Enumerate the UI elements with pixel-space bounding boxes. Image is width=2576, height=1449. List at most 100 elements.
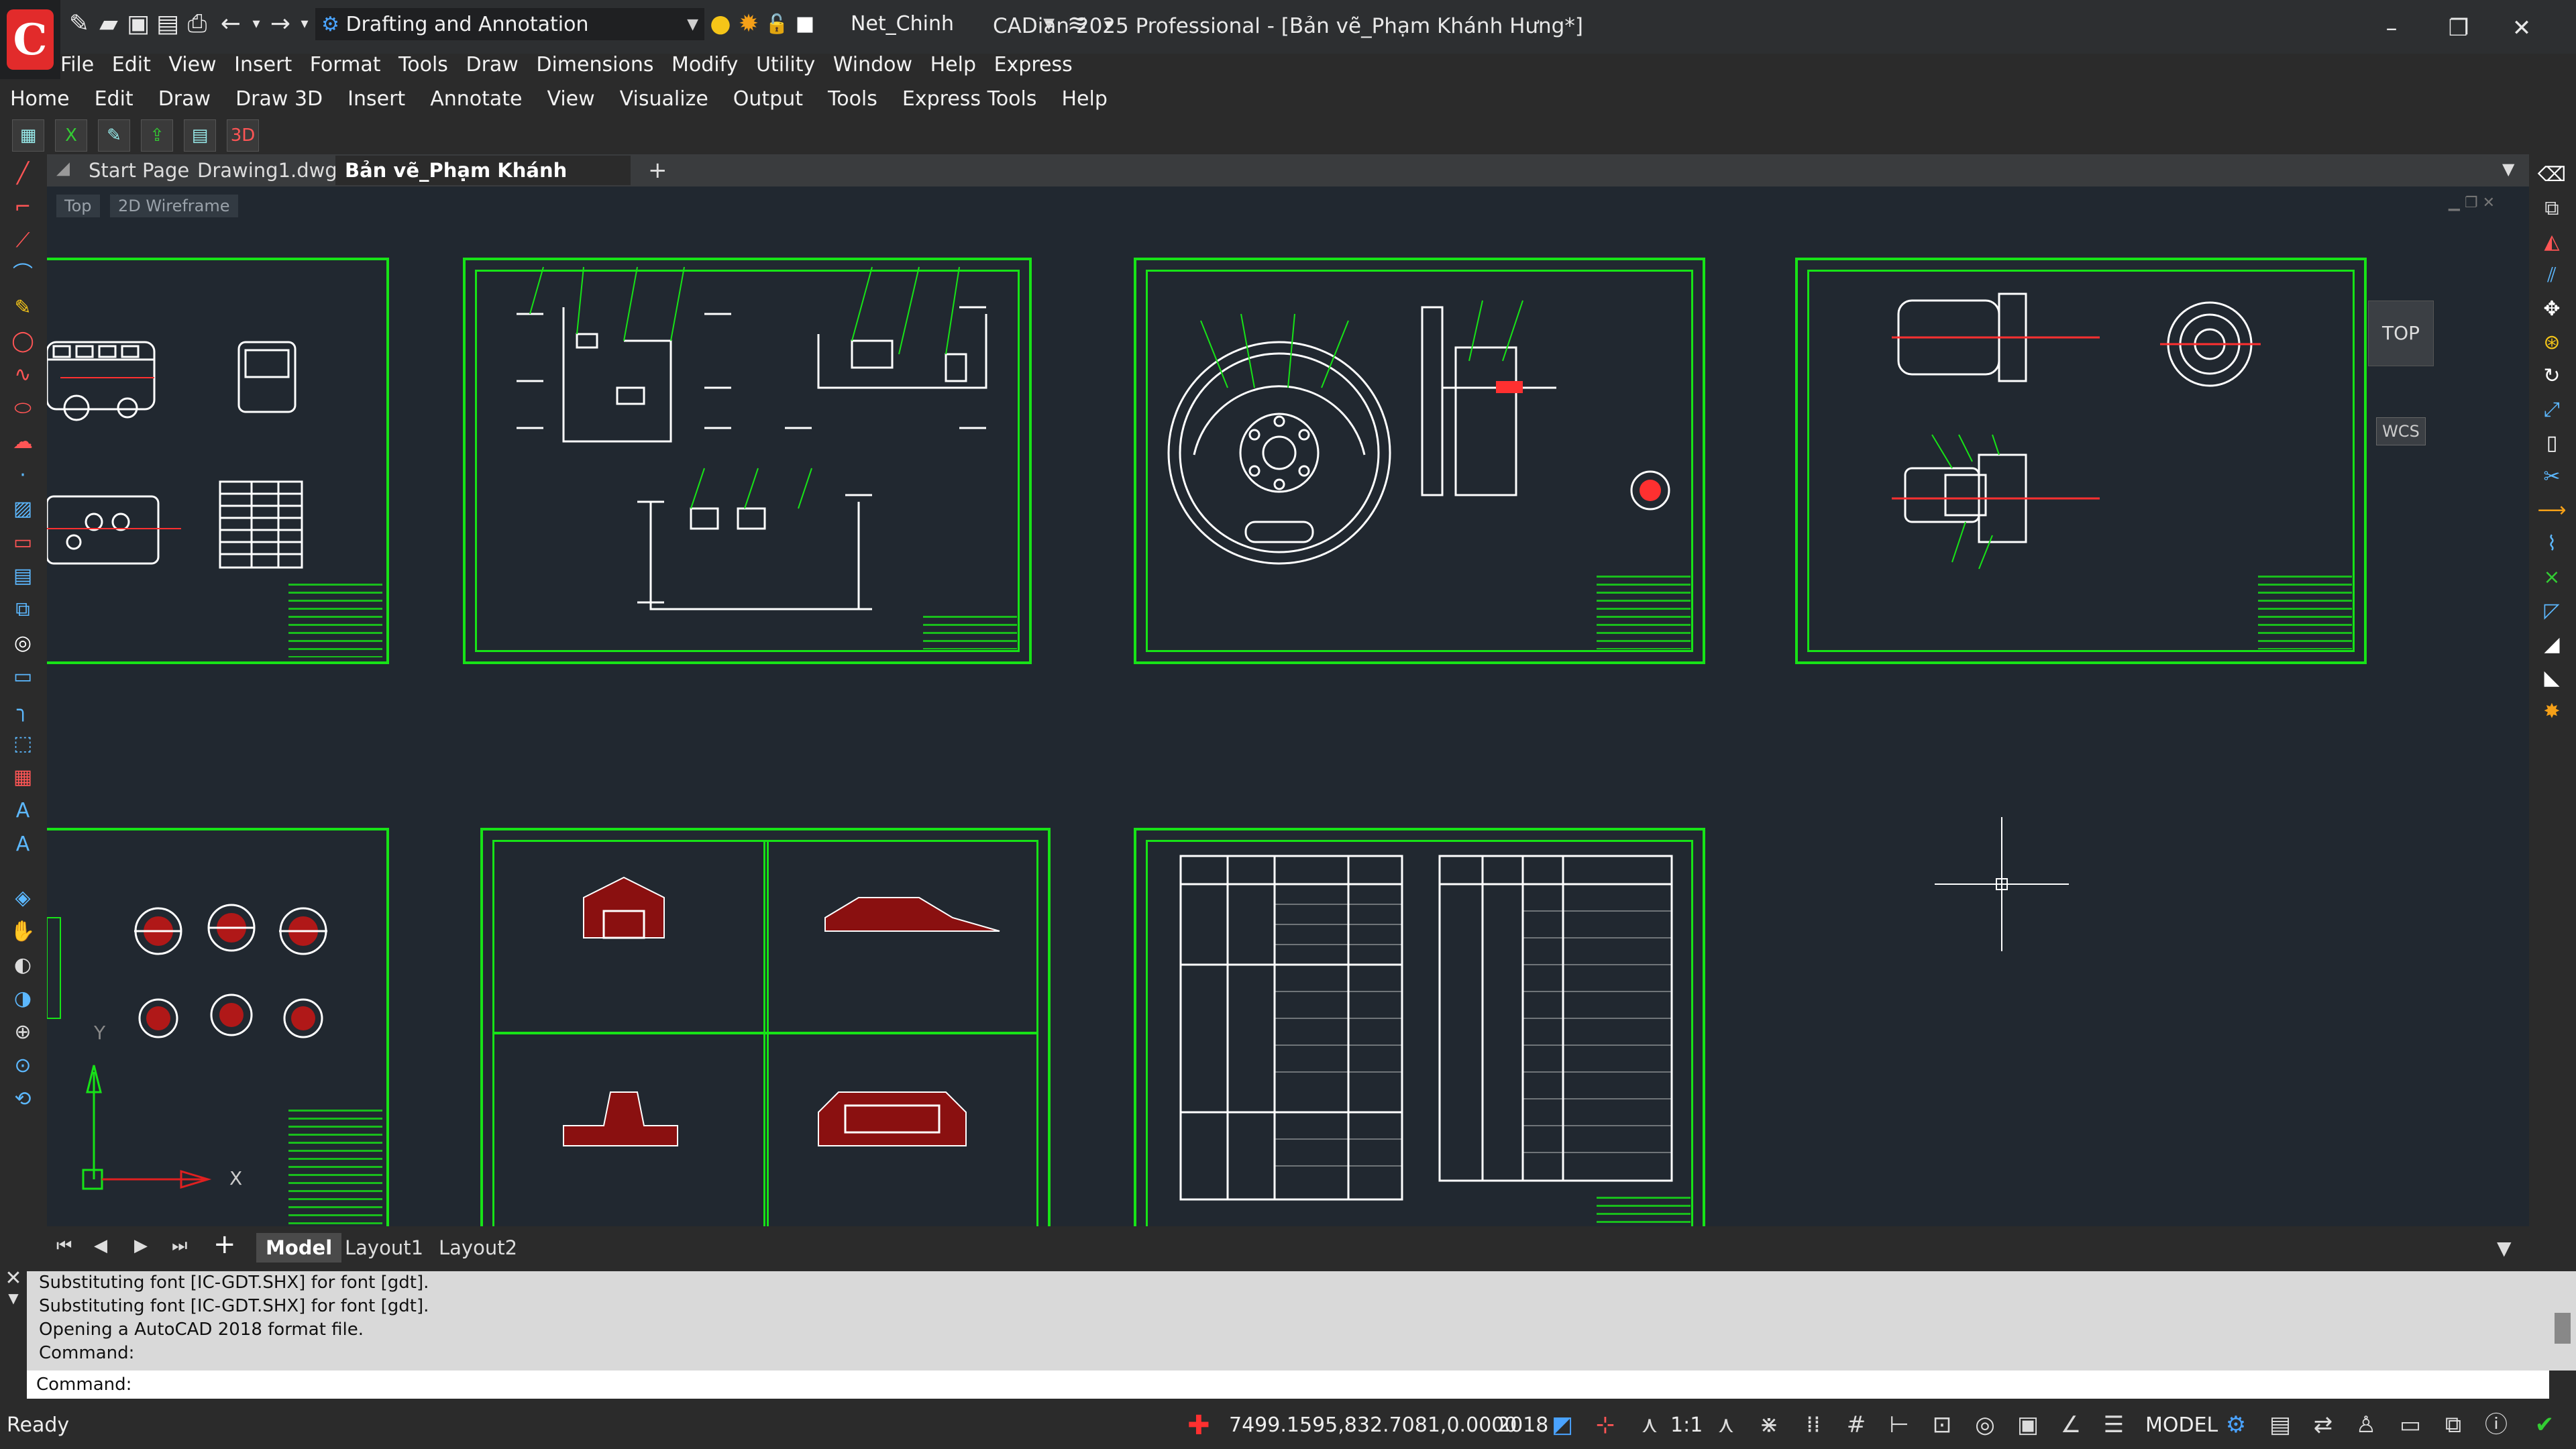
edit-table-icon[interactable]: ✎: [98, 119, 130, 152]
annotation-visibility-icon[interactable]: ⋏: [1634, 1409, 1665, 1441]
ribbon-tab-help[interactable]: Help: [1062, 82, 1108, 117]
blend-icon[interactable]: ◣: [2537, 665, 2567, 691]
menu-utility[interactable]: Utility: [756, 48, 815, 82]
windows-icon[interactable]: ⧉: [2438, 1409, 2469, 1441]
line-icon[interactable]: ╱: [8, 161, 38, 186]
zoom-previous-icon[interactable]: ◑: [8, 986, 38, 1012]
snap-track-icon[interactable]: ⊹: [1590, 1409, 1621, 1441]
close-command-icon[interactable]: ✕: [0, 1267, 27, 1290]
ribbon-tab-insert[interactable]: Insert: [347, 82, 405, 117]
command-scrollbar[interactable]: [2549, 1271, 2576, 1371]
revcloud-icon[interactable]: ☁: [8, 429, 38, 455]
block-icon[interactable]: ▤: [8, 564, 38, 589]
region-icon[interactable]: ⬚: [8, 731, 38, 757]
auto-scale-icon[interactable]: ⋏: [1711, 1409, 1741, 1441]
new-file-icon[interactable]: ✎: [64, 9, 94, 39]
chamfer-icon[interactable]: ◸: [2537, 598, 2567, 624]
offset-icon[interactable]: ⫽: [2537, 263, 2567, 288]
next-layout-icon[interactable]: ▶: [134, 1236, 148, 1256]
plot-style-icon[interactable]: ◩: [1547, 1409, 1578, 1441]
app-logo[interactable]: C: [0, 0, 60, 79]
dynamic-input-icon[interactable]: ∠: [2055, 1409, 2086, 1441]
workspace-settings-icon[interactable]: ⚙: [2220, 1409, 2251, 1441]
lineweight-icon[interactable]: ☰: [2098, 1409, 2129, 1441]
check-status-icon[interactable]: ✔: [2529, 1409, 2560, 1441]
close-button[interactable]: ✕: [2498, 9, 2545, 47]
save-icon[interactable]: ▣: [123, 9, 153, 39]
minimize-button[interactable]: –: [2368, 9, 2415, 47]
tab-layout2[interactable]: Layout2: [429, 1233, 527, 1263]
extend-icon[interactable]: ⟶: [2537, 498, 2567, 523]
point-icon[interactable]: ·: [8, 463, 38, 488]
navigation-cube[interactable]: TOP: [2368, 301, 2434, 366]
scale-icon[interactable]: ⤢: [2537, 397, 2567, 423]
orbit-icon[interactable]: ⟲: [8, 1087, 38, 1112]
quick-properties-icon[interactable]: ▤: [2265, 1409, 2296, 1441]
version-label[interactable]: 2018: [1497, 1402, 1548, 1449]
ribbon-tab-draw[interactable]: Draw: [158, 82, 211, 117]
command-options-icon[interactable]: ▼: [0, 1290, 27, 1306]
menu-draw[interactable]: Draw: [466, 48, 518, 82]
last-layout-icon[interactable]: ⏭: [172, 1236, 187, 1256]
menu-view[interactable]: View: [168, 48, 216, 82]
lock-icon[interactable]: 🔓: [762, 9, 792, 39]
display-icon[interactable]: ▭: [2395, 1409, 2426, 1441]
mtext-icon[interactable]: A: [8, 832, 38, 857]
lightbulb-icon[interactable]: ●: [706, 9, 735, 39]
array-icon[interactable]: ⊛: [2537, 330, 2567, 356]
layout-dropdown-icon[interactable]: ▼: [2497, 1237, 2512, 1259]
wcs-menu[interactable]: WCS: [2376, 417, 2426, 445]
ribbon-tab-visualize[interactable]: Visualize: [620, 82, 708, 117]
menu-window[interactable]: Window: [833, 48, 912, 82]
circle-icon[interactable]: ◯: [8, 329, 38, 354]
menu-help[interactable]: Help: [930, 48, 976, 82]
restore-button[interactable]: ❐: [2435, 9, 2482, 47]
ray-icon[interactable]: ⟋: [8, 228, 38, 254]
tabs-dropdown-icon[interactable]: ▼: [2502, 160, 2514, 178]
undo-icon[interactable]: ←: [216, 9, 246, 39]
ribbon-tab-express-tools[interactable]: Express Tools: [902, 82, 1037, 117]
grid-icon[interactable]: #: [1841, 1409, 1872, 1441]
ribbon-tab-edit[interactable]: Edit: [95, 82, 133, 117]
info-icon[interactable]: ⓘ: [2481, 1409, 2512, 1441]
text-icon[interactable]: A: [8, 798, 38, 824]
rotate-icon[interactable]: ↻: [2537, 364, 2567, 389]
ribbon-tab-tools[interactable]: Tools: [828, 82, 877, 117]
redo-icon[interactable]: →: [266, 9, 295, 39]
menu-edit[interactable]: Edit: [112, 48, 151, 82]
ellipse-icon[interactable]: ⬭: [8, 396, 38, 421]
excel-icon[interactable]: X: [55, 119, 87, 152]
explode-icon[interactable]: ✸: [2537, 699, 2567, 724]
ribbon-tab-view[interactable]: View: [547, 82, 594, 117]
prev-layout-icon[interactable]: ◀: [94, 1236, 107, 1256]
menu-modify[interactable]: Modify: [672, 48, 738, 82]
zoom-extents-icon[interactable]: ⊙: [8, 1053, 38, 1079]
menu-format[interactable]: Format: [310, 48, 381, 82]
ribbon-tab-draw-3d[interactable]: Draw 3D: [235, 82, 323, 117]
move-icon[interactable]: ✥: [2537, 297, 2567, 322]
3d-view-icon[interactable]: 3D: [227, 119, 259, 152]
layer-color-icon[interactable]: ■: [790, 9, 820, 39]
coordinates-readout[interactable]: 7499.1595,832.7081,0.0000: [1229, 1402, 1517, 1449]
hatch-icon[interactable]: ▨: [8, 496, 38, 522]
zoom-window-icon[interactable]: ⊕: [8, 1020, 38, 1045]
selection-cycling-icon[interactable]: ⇄: [2308, 1409, 2339, 1441]
annotate-icon[interactable]: ⋇: [1754, 1409, 1784, 1441]
spline-icon[interactable]: ∿: [8, 362, 38, 388]
menu-dimensions[interactable]: Dimensions: [536, 48, 653, 82]
command-input[interactable]: Command:: [27, 1371, 2549, 1399]
otrack-icon[interactable]: ▣: [2012, 1409, 2043, 1441]
pan-hand-icon[interactable]: ✋: [8, 919, 38, 945]
layer-tool-icon[interactable]: ◈: [8, 885, 38, 911]
fillet-edge-icon[interactable]: ◢: [2537, 632, 2567, 657]
tab-drawing1[interactable]: Drawing1.dwg*: [188, 156, 356, 185]
save-as-icon[interactable]: ▤: [153, 9, 182, 39]
tab-active-drawing[interactable]: Bản vẽ_Phạm Khánh Hưng* ✕: [335, 156, 631, 211]
first-layout-icon[interactable]: ⏮: [56, 1236, 72, 1256]
ortho-icon[interactable]: ⊢: [1884, 1409, 1915, 1441]
copy-icon[interactable]: ⧉: [2537, 196, 2567, 221]
tab-layout1[interactable]: Layout1: [335, 1233, 433, 1263]
workspace-combo[interactable]: ⚙ Drafting and Annotation ▼: [315, 8, 704, 40]
pencil-icon[interactable]: ✎: [8, 295, 38, 321]
annotation-scale[interactable]: 1:1: [1670, 1402, 1703, 1449]
